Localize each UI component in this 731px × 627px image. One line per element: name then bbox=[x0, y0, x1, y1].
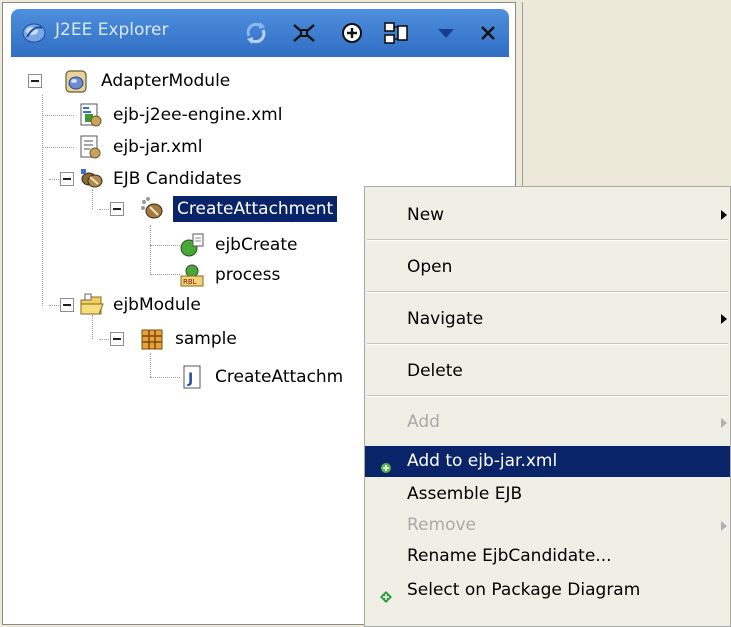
tree-node-create-attachment[interactable]: CreateAttachment bbox=[3, 195, 403, 223]
tree-node-sample-package[interactable]: sample bbox=[3, 325, 403, 353]
java-file-icon: J bbox=[179, 364, 205, 390]
collapse-toggle[interactable] bbox=[110, 202, 124, 216]
collapse-toggle[interactable] bbox=[28, 74, 42, 88]
diagram-select-icon bbox=[379, 584, 393, 603]
tree-node-ejb-create[interactable]: ejbCreate bbox=[3, 231, 403, 259]
submenu-arrow-icon bbox=[721, 210, 727, 220]
module-jar-icon bbox=[63, 68, 89, 94]
tree-node-j2ee-engine-xml[interactable]: ejb-j2ee-engine.xml bbox=[3, 101, 403, 129]
menu-item-assemble-ejb[interactable]: Assemble EJB bbox=[365, 479, 730, 510]
collapse-toggle[interactable] bbox=[60, 172, 74, 186]
menu-item-open[interactable]: Open bbox=[365, 245, 730, 289]
menu-item-select-on-package-diagram[interactable]: Select on Package Diagram bbox=[365, 575, 730, 606]
menu-item-remove: Remove bbox=[365, 510, 730, 541]
menu-item-add-to-ejb-jar[interactable]: Add to ejb-jar.xml bbox=[365, 446, 730, 477]
package-icon bbox=[139, 326, 165, 352]
add-plus-icon bbox=[379, 455, 393, 473]
submenu-arrow-icon bbox=[721, 521, 727, 531]
menu-item-new[interactable]: New bbox=[365, 193, 730, 237]
menu-separator bbox=[367, 395, 728, 397]
collapse-toggle[interactable] bbox=[110, 332, 124, 346]
ejb-candidates-icon bbox=[79, 166, 105, 192]
tree-node-ejb-jar-xml[interactable]: ejb-jar.xml bbox=[3, 133, 403, 161]
menu-separator bbox=[367, 291, 728, 293]
menu-item-navigate[interactable]: Navigate bbox=[365, 297, 730, 341]
method-icon bbox=[179, 232, 205, 258]
ejb-bean-icon bbox=[139, 196, 165, 222]
xml-file-icon bbox=[77, 134, 103, 160]
svg-text:RBL: RBL bbox=[183, 278, 197, 286]
menu-item-add: Add bbox=[365, 407, 730, 438]
tree-node-ejb-candidates[interactable]: EJB Candidates bbox=[3, 165, 403, 193]
menu-separator bbox=[367, 343, 728, 345]
menu-item-delete[interactable]: Delete bbox=[365, 349, 730, 393]
menu-item-rename-ejb-candidate[interactable]: Rename EjbCandidate... bbox=[365, 541, 730, 572]
tree-node-adapter-module[interactable]: AdapterModule bbox=[3, 67, 403, 95]
xml-descriptor-icon bbox=[77, 102, 103, 128]
submenu-arrow-icon bbox=[721, 418, 727, 428]
tree-node-ejb-module[interactable]: ejbModule bbox=[3, 291, 403, 319]
tree-node-process[interactable]: RBL process bbox=[3, 261, 403, 289]
submenu-arrow-icon bbox=[721, 314, 727, 324]
collapse-toggle[interactable] bbox=[60, 298, 74, 312]
menu-separator bbox=[367, 239, 728, 241]
tree-node-create-attachm-class[interactable]: J CreateAttachm bbox=[3, 363, 403, 391]
business-method-icon: RBL bbox=[179, 262, 205, 288]
context-menu: New Open Navigate Delete Add Add to ejb-… bbox=[364, 186, 731, 627]
svg-text:J: J bbox=[187, 371, 193, 387]
source-folder-icon bbox=[79, 292, 105, 318]
